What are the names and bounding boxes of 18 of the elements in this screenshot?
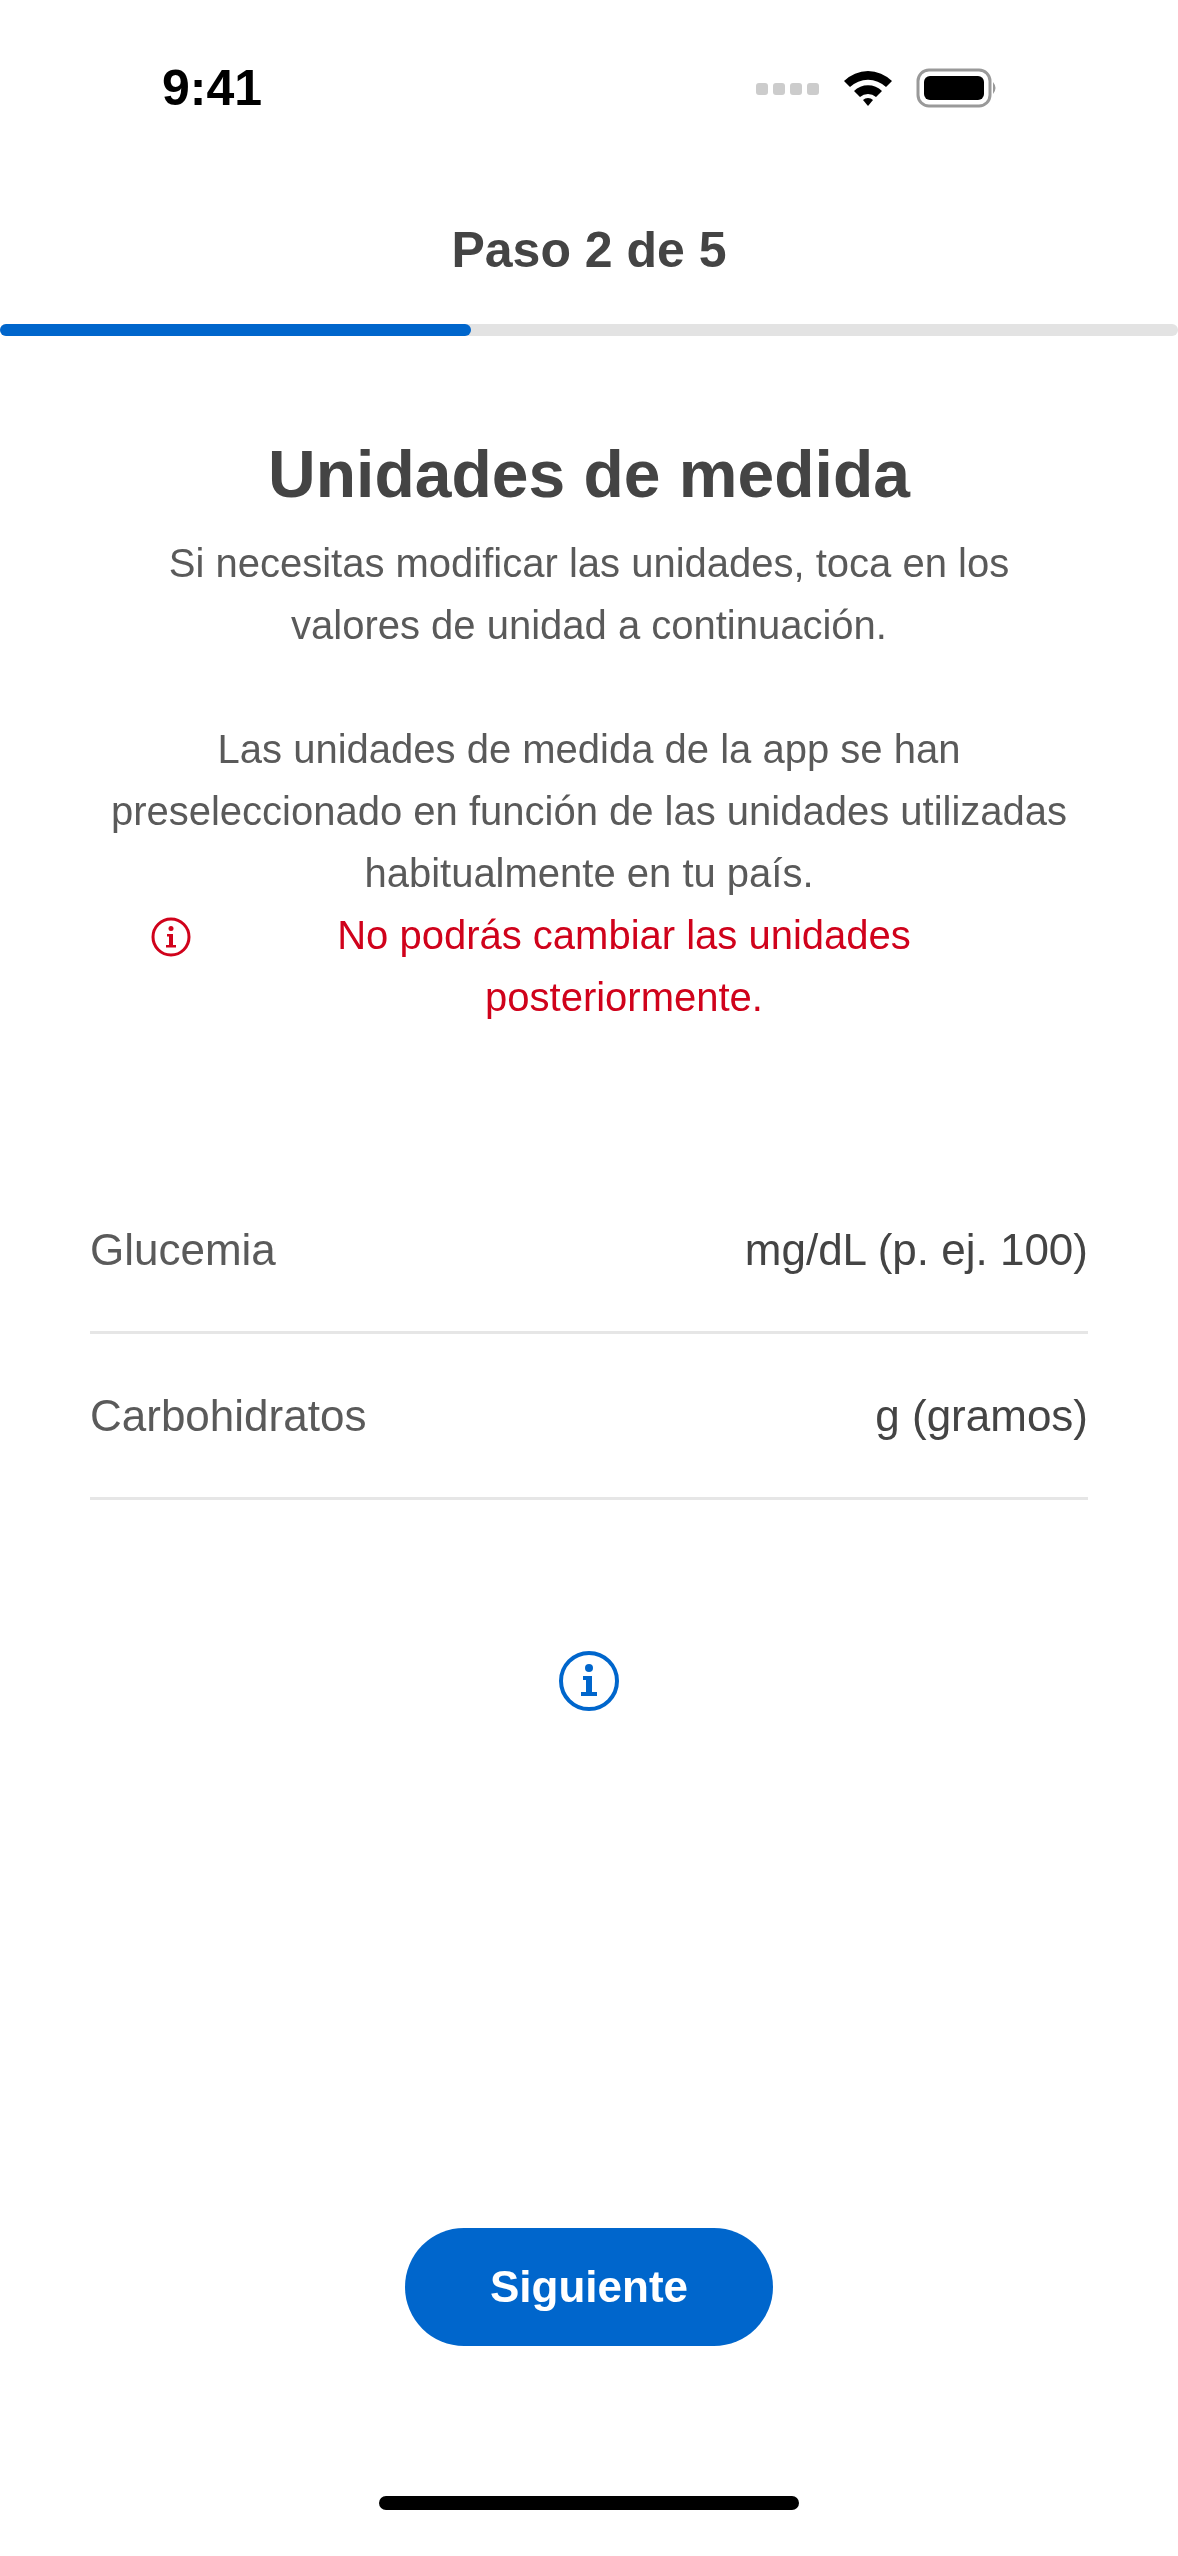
status-time: 9:41 — [162, 59, 263, 117]
wifi-icon — [842, 69, 894, 107]
step-title: Paso 2 de 5 — [451, 221, 727, 279]
unit-label: Carbohidratos — [90, 1390, 367, 1441]
info-icon[interactable] — [558, 1650, 620, 1712]
unit-row[interactable]: Glucemia mg/dL (p. ej. 100) — [90, 1168, 1088, 1334]
unit-row[interactable]: Carbohidratos g (gramos) — [90, 1334, 1088, 1500]
unit-value: g (gramos) — [875, 1390, 1088, 1441]
signal-icon — [756, 81, 820, 95]
description-text: Las unidades de medida de la app se han preseleccionado en función de las unidades utilizadas habitualmente en tu país. — [110, 726, 1068, 897]
description-text: Si necesitas modificar las unidades, toca en los valores de unidad a continuación. — [167, 540, 1011, 649]
unit-value: mg/dL (p. ej. 100) — [744, 1224, 1088, 1275]
next-button[interactable]: Siguiente — [405, 2228, 773, 2346]
info-icon — [150, 916, 192, 958]
warning-text: No podrás cambiar las unidades posteriormente. — [336, 912, 912, 1021]
battery-icon — [916, 68, 998, 108]
page-heading: Unidades de medida — [268, 436, 910, 512]
unit-label: Glucemia — [90, 1224, 276, 1275]
